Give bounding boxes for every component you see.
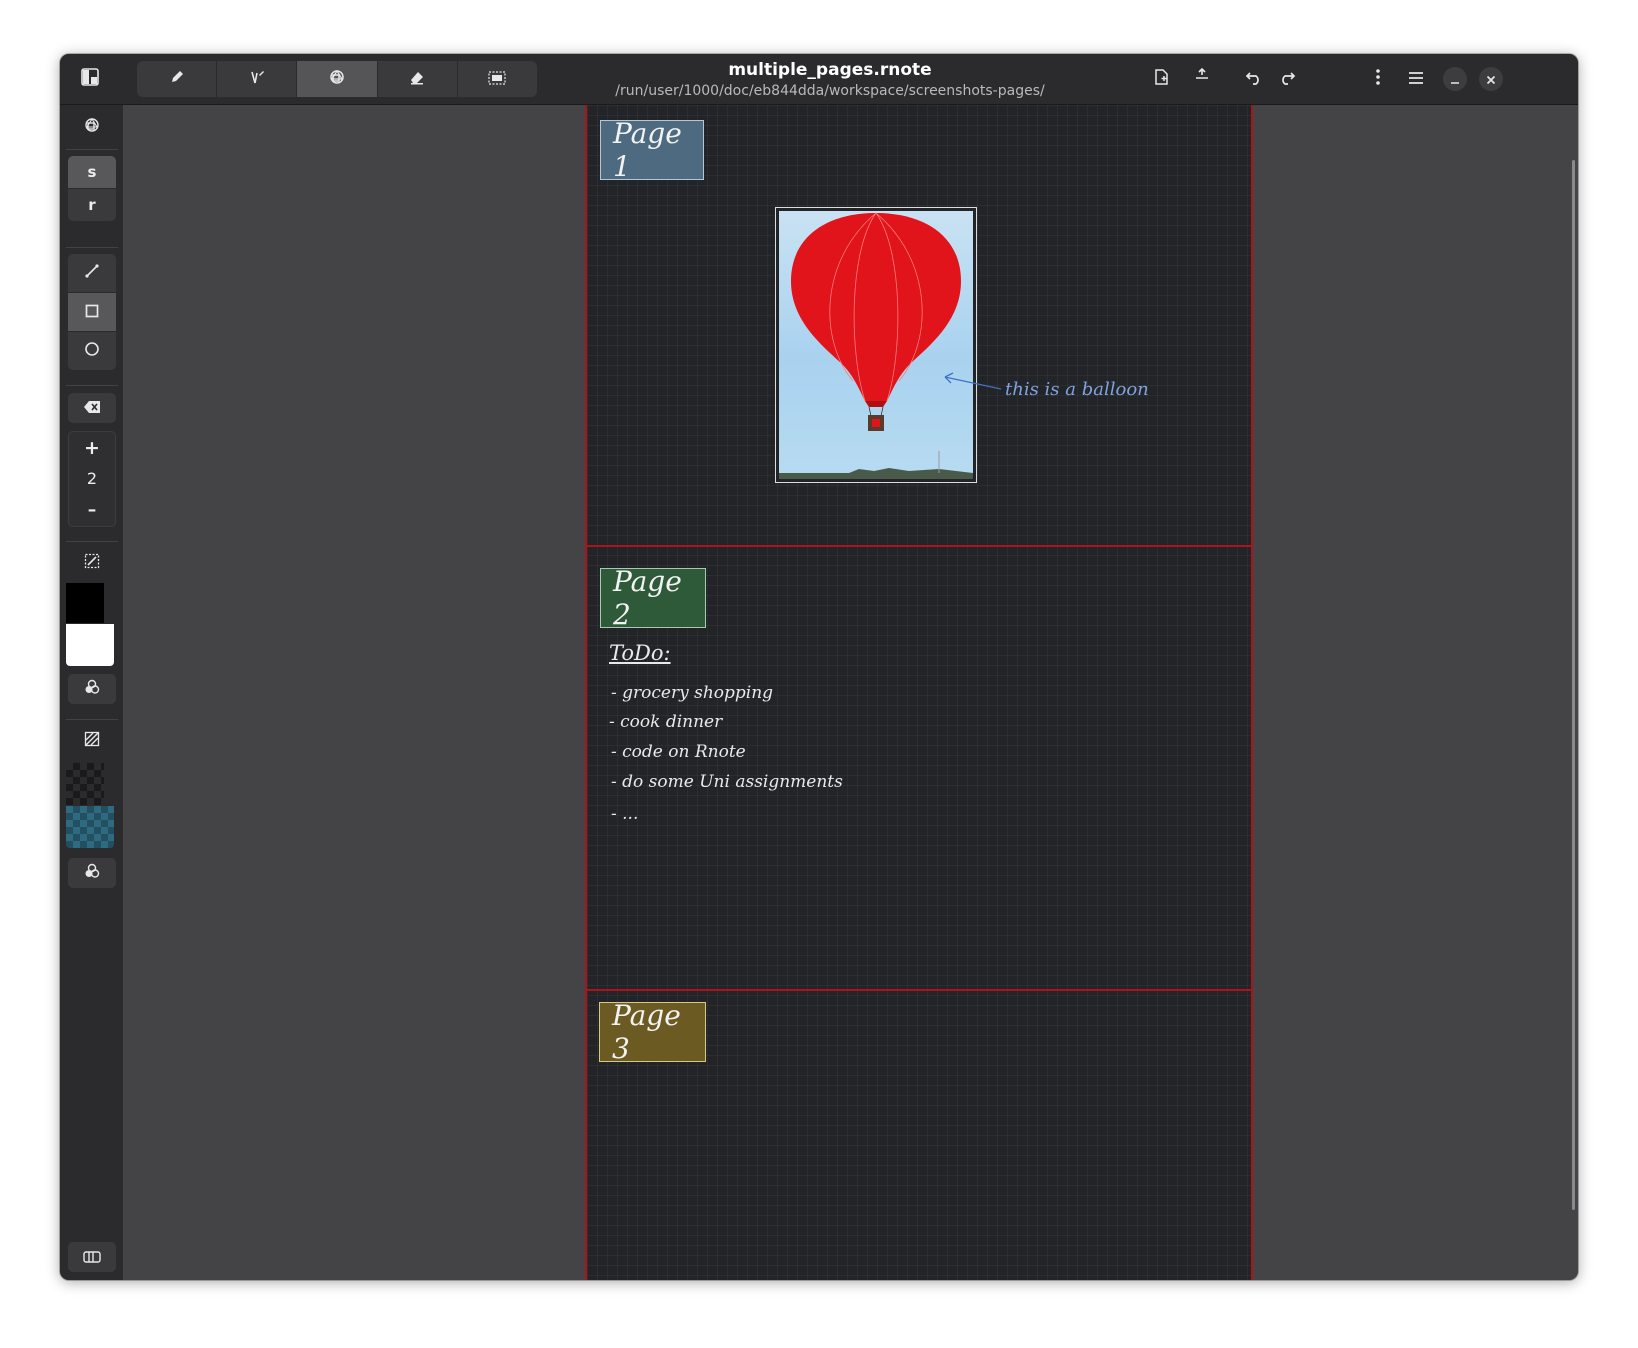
page-2-label-box[interactable]: Page 2 xyxy=(600,565,706,631)
shape-line-button[interactable] xyxy=(68,254,116,292)
stroke-colorpicker-button[interactable] xyxy=(68,674,116,704)
balloon-image-frame[interactable] xyxy=(775,207,977,483)
window-title-block: multiple_pages.rnote /run/user/1000/doc/… xyxy=(550,60,1110,100)
decrease-width-button[interactable]: – xyxy=(88,495,97,525)
todo-item[interactable]: - code on Rnote xyxy=(611,742,746,762)
main-menu-button[interactable] xyxy=(1402,66,1430,92)
increase-width-button[interactable]: + xyxy=(84,433,100,463)
redo-button[interactable] xyxy=(1273,66,1301,92)
close-window-button[interactable] xyxy=(1479,67,1503,91)
close-icon xyxy=(1486,70,1496,89)
more-options-button[interactable] xyxy=(1366,66,1390,92)
sidebar-toggle-button[interactable] xyxy=(74,66,106,92)
sidebar-separator xyxy=(66,149,118,150)
rectangle-icon xyxy=(85,303,99,322)
todo-item[interactable]: - cook dinner xyxy=(609,712,722,732)
shape-style-button[interactable] xyxy=(68,113,116,141)
stroke-color-icon xyxy=(84,553,100,573)
stroke-color-swatch[interactable] xyxy=(66,583,104,623)
sidebar-separator xyxy=(66,719,118,720)
page-3-label: Page 3 xyxy=(612,999,681,1065)
stroke-color-button[interactable] xyxy=(68,549,116,577)
sidebar-separator xyxy=(66,541,118,542)
color-palette-icon xyxy=(84,863,100,883)
import-icon xyxy=(1194,67,1210,87)
todo-item[interactable]: - ... xyxy=(611,804,638,824)
window-title: multiple_pages.rnote xyxy=(728,60,932,80)
stroke-width-spinner: + 2 – xyxy=(68,431,116,527)
backspace-icon xyxy=(83,399,101,418)
pen-icon xyxy=(169,69,185,89)
page-1-label-box[interactable]: Page 1 xyxy=(600,117,704,183)
style-smooth-button[interactable]: s xyxy=(68,156,116,188)
style-smooth-label: s xyxy=(87,163,97,181)
tool-switcher xyxy=(137,61,537,97)
undo-button[interactable] xyxy=(1240,66,1268,92)
sidebar-toggle-icon xyxy=(81,68,99,90)
balloon-annotation-text[interactable]: this is a balloon xyxy=(1005,379,1149,400)
app-window: multiple_pages.rnote /run/user/1000/doc/… xyxy=(60,54,1578,1280)
page-1-label: Page 1 xyxy=(613,117,682,183)
drawing-canvas[interactable]: Page 1 this is a balloon Page 2 ToDo: - … xyxy=(123,105,1578,1280)
eraser-tool-button[interactable] xyxy=(378,61,458,97)
shape-rectangle-button[interactable] xyxy=(68,293,116,331)
undo-icon xyxy=(1245,69,1263,89)
selector-icon xyxy=(488,70,507,89)
page-2-label: Page 2 xyxy=(613,565,682,631)
style-rough-label: r xyxy=(88,196,96,214)
fill-color-icon xyxy=(84,731,100,751)
line-icon xyxy=(84,263,100,283)
hamburger-menu-icon xyxy=(1408,70,1424,89)
width-reset-button[interactable] xyxy=(68,393,116,423)
stroke-width-value[interactable]: 2 xyxy=(87,463,97,495)
color-palette-icon xyxy=(84,679,100,699)
document-pages[interactable]: Page 1 this is a balloon Page 2 ToDo: - … xyxy=(585,105,1253,1280)
annotation-arrow[interactable] xyxy=(939,369,1009,399)
shaper-icon xyxy=(328,68,346,90)
style-rough-button[interactable]: r xyxy=(68,189,116,221)
fill-transparent-swatch[interactable] xyxy=(66,763,104,805)
more-vertical-icon xyxy=(1376,69,1380,89)
todo-item[interactable]: - grocery shopping xyxy=(611,683,773,703)
typewriter-tool-button[interactable] xyxy=(217,61,298,97)
tool-settings-sidebar: s r + 2 – xyxy=(60,105,124,1280)
eraser-icon xyxy=(409,69,425,89)
shaper-tool-button[interactable] xyxy=(297,61,378,97)
sidebar-separator xyxy=(66,385,118,386)
minimize-icon xyxy=(1450,70,1460,89)
todo-title[interactable]: ToDo: xyxy=(609,641,671,665)
fill-color-swatch[interactable] xyxy=(66,624,114,666)
page-3-label-box[interactable]: Page 3 xyxy=(599,999,706,1065)
window-subtitle-path: /run/user/1000/doc/eb844dda/workspace/sc… xyxy=(615,83,1045,99)
shape-style-icon xyxy=(83,116,101,138)
export-button[interactable] xyxy=(1148,66,1176,92)
typewriter-icon xyxy=(249,69,265,89)
page-break-line xyxy=(587,989,1251,991)
import-button[interactable] xyxy=(1188,64,1216,90)
canvas-scrollbar[interactable] xyxy=(1572,160,1575,1210)
balloon-image xyxy=(779,211,973,479)
pen-tool-button[interactable] xyxy=(137,61,218,97)
panel-toggle-icon xyxy=(83,1248,101,1267)
header-bar: multiple_pages.rnote /run/user/1000/doc/… xyxy=(60,54,1578,105)
panel-toggle-button[interactable] xyxy=(68,1242,116,1272)
page-break-line xyxy=(587,545,1251,547)
redo-icon xyxy=(1278,69,1296,89)
minimize-button[interactable] xyxy=(1443,67,1467,91)
ellipse-icon xyxy=(84,341,100,361)
fill-color-button[interactable] xyxy=(68,727,116,755)
sidebar-separator xyxy=(66,247,118,248)
fill-colorpicker-button[interactable] xyxy=(68,858,116,888)
todo-item[interactable]: - do some Uni assignments xyxy=(611,772,843,792)
shape-ellipse-button[interactable] xyxy=(68,332,116,370)
selector-tool-button[interactable] xyxy=(458,61,537,97)
fill-accent-swatch[interactable] xyxy=(66,806,114,848)
export-icon xyxy=(1154,68,1170,90)
